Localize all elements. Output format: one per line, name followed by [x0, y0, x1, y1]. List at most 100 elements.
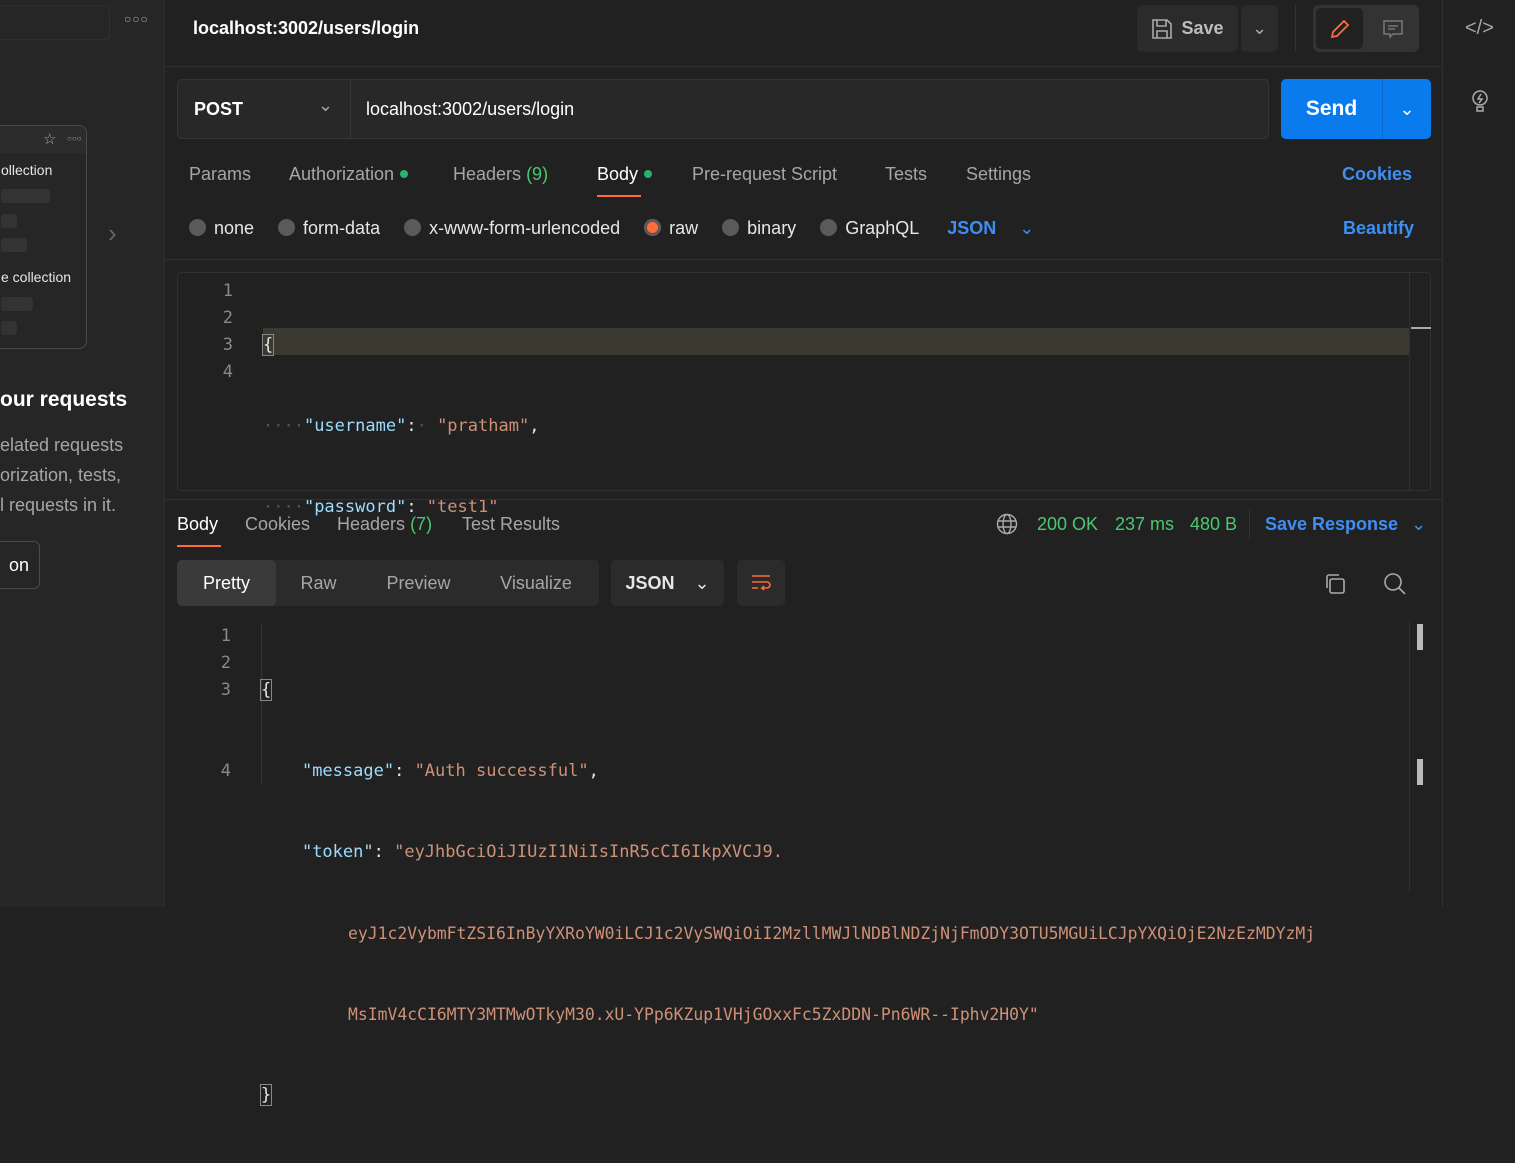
chevron-down-icon: ⌄ [694, 572, 710, 593]
view-label: Visualize [500, 572, 572, 593]
tab-headers[interactable]: Headers (9) [453, 164, 548, 185]
radio-graphql[interactable]: GraphQL [820, 218, 919, 239]
radio-binary[interactable]: binary [722, 218, 796, 239]
response-time[interactable]: 237 ms [1115, 514, 1174, 535]
json-value: "Auth successful" [414, 761, 589, 781]
radio-label: GraphQL [845, 218, 920, 238]
tab-authorization[interactable]: Authorization [289, 164, 409, 185]
format-label: JSON [947, 218, 997, 238]
globe-icon[interactable] [996, 513, 1018, 540]
view-preview[interactable]: Preview [361, 560, 476, 606]
tab-label: Settings [966, 164, 1032, 184]
view-visualize[interactable]: Visualize [476, 560, 596, 606]
code-icon[interactable]: </> [1465, 17, 1494, 40]
line-number: 3 [222, 335, 233, 355]
tab-label: Body [597, 164, 639, 184]
desc-line: l requests in it. [0, 495, 117, 515]
tab-pre-request-script[interactable]: Pre-request Script [692, 164, 837, 185]
radio-raw[interactable]: raw [644, 218, 698, 239]
tab-label: Headers [453, 164, 522, 184]
json-value: "pratham" [437, 416, 530, 436]
response-tab-body[interactable]: Body [177, 514, 218, 535]
more-options-icon[interactable]: ○○○ [124, 12, 149, 26]
comments-icon[interactable] [1369, 8, 1416, 49]
save-dropdown-button[interactable]: ⌄ [1241, 5, 1278, 52]
tab-label: Tests [885, 164, 928, 184]
save-response-button[interactable]: Save Response ⌄ [1265, 514, 1426, 535]
view-raw[interactable]: Raw [276, 560, 361, 606]
url-input[interactable] [366, 96, 1246, 122]
radio-label: binary [747, 218, 797, 238]
request-body-editor[interactable]: 1 2 3 4 { ····"username":· "pratham", ··… [177, 272, 1431, 599]
tab-params[interactable]: Params [189, 164, 251, 185]
radio-urlencoded[interactable]: x-www-form-urlencoded [404, 218, 620, 239]
tab-label: Pre-request Script [692, 164, 838, 184]
save-button[interactable]: Save [1137, 5, 1238, 52]
brace: } [259, 1084, 273, 1106]
line-number: 1 [222, 281, 233, 301]
chevron-right-icon[interactable]: › [108, 218, 117, 249]
status-code[interactable]: 200 OK [1037, 514, 1098, 535]
cookies-link[interactable]: Cookies [1342, 164, 1412, 185]
response-format-select[interactable]: JSON ⌄ [611, 560, 724, 606]
save-response-label: Save Response [1265, 514, 1399, 534]
tab-body[interactable]: Body [597, 164, 653, 185]
tab-count: (7) [410, 514, 433, 534]
brace: { [261, 334, 275, 356]
edit-pencil-icon[interactable] [1316, 8, 1363, 49]
search-icon[interactable] [1383, 572, 1407, 601]
tab-tests[interactable]: Tests [885, 164, 927, 185]
tab-count: (9) [526, 164, 549, 184]
card-item: e collection [1, 269, 72, 285]
active-tab-underline [597, 195, 641, 197]
star-icon: ☆ [43, 131, 57, 148]
more-icon: ○○○ [67, 134, 82, 143]
radio-form-data[interactable]: form-data [278, 218, 380, 239]
response-tab-test-results[interactable]: Test Results [462, 514, 560, 535]
send-label: Send [1305, 97, 1358, 120]
response-body-viewer[interactable]: 1 2 3 4 { "message": "Auth successful", … [177, 622, 1431, 1106]
desc-line: elated requests [0, 435, 124, 455]
copy-icon[interactable] [1323, 572, 1347, 601]
create-collection-button[interactable]: on [0, 541, 40, 589]
line-numbers: 1 2 3 4 [201, 623, 231, 785]
sidebar: ○○○ ☆ ○○○ ollection e collection › our r… [0, 0, 165, 907]
tab-label: Authorization [289, 164, 395, 184]
chevron-down-icon: ⌄ [1019, 218, 1035, 238]
desc-line: orization, tests, [0, 465, 122, 485]
view-pretty[interactable]: Pretty [177, 560, 276, 606]
line-numbers: 1 2 3 4 [203, 278, 233, 386]
chevron-down-icon: ⌄ [1411, 514, 1427, 534]
collection-illustration-card: ☆ ○○○ ollection e collection [0, 125, 87, 349]
tab-label: Params [189, 164, 252, 184]
sidebar-description: elated requests orization, tests, l requ… [0, 430, 123, 520]
sidebar-search[interactable] [0, 5, 110, 40]
view-label: Raw [300, 572, 337, 593]
line-number: 2 [222, 308, 233, 328]
scrollbar[interactable] [1417, 624, 1423, 650]
send-button[interactable]: Send [1281, 79, 1382, 139]
beautify-link[interactable]: Beautify [1343, 218, 1414, 239]
format-select[interactable]: JSON ⌄ [947, 218, 1034, 239]
lightbulb-icon[interactable] [1467, 86, 1493, 119]
radio-none[interactable]: none [189, 218, 254, 239]
method-select[interactable]: POST ⌄ [178, 80, 351, 138]
mode-toggle [1313, 5, 1419, 52]
send-dropdown-button[interactable]: ⌄ [1382, 79, 1431, 139]
json-value: "eyJhbGciOiJIUzI1NiIsInR5cCI6IkpXVCJ9. [394, 842, 784, 862]
tab-settings[interactable]: Settings [966, 164, 1031, 185]
response-size[interactable]: 480 B [1190, 514, 1237, 535]
radio-label: form-data [303, 218, 381, 238]
radio-label: raw [669, 218, 699, 238]
right-sidebar: </> [1442, 0, 1515, 907]
format-label: JSON [625, 572, 675, 593]
wrap-lines-icon[interactable] [737, 560, 785, 606]
response-tab-headers[interactable]: Headers (7) [337, 514, 432, 535]
request-title[interactable]: localhost:3002/users/login [193, 18, 419, 39]
view-label: Preview [386, 572, 451, 593]
save-icon [1152, 18, 1173, 39]
json-value-wrap: MsImV4cCI6MTY3MTMwOTkyM30.xU-YPp6KZup1VH… [348, 1005, 1039, 1024]
response-tab-cookies[interactable]: Cookies [245, 514, 310, 535]
card-item: ollection [1, 162, 53, 178]
save-label: Save [1181, 18, 1224, 38]
